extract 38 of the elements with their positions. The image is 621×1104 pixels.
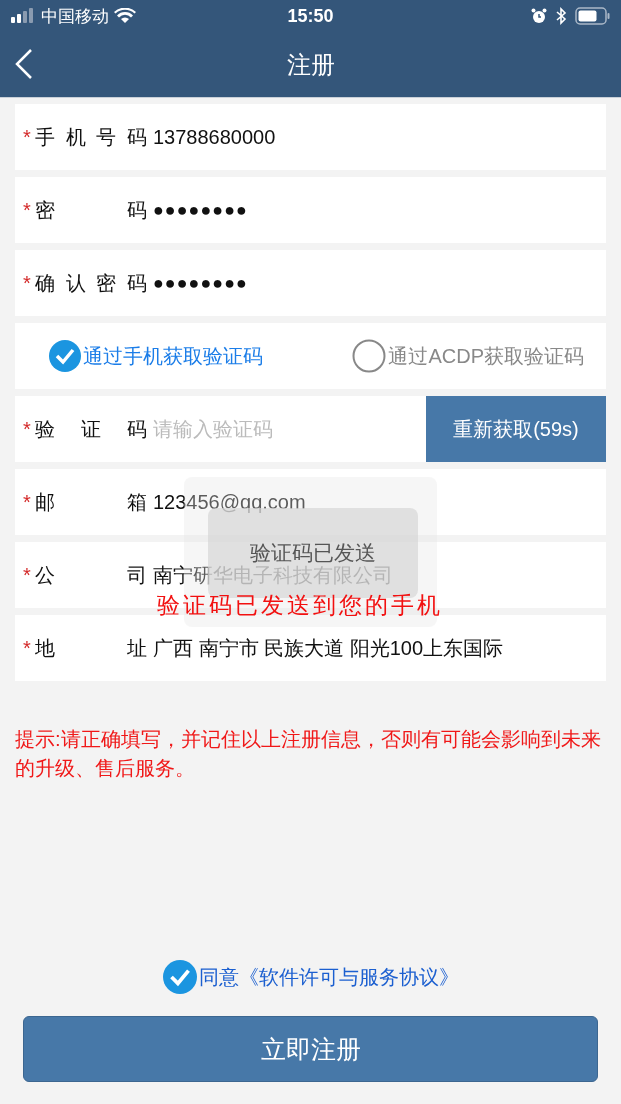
required-mark: *: [23, 636, 32, 660]
status-time: 15:50: [287, 5, 334, 27]
required-mark: *: [23, 125, 32, 149]
field-value[interactable]: 123456@qq.com: [153, 490, 306, 514]
signal-icon: [10, 8, 36, 24]
required-mark: *: [23, 490, 32, 514]
field-value[interactable]: 广西 南宁市 民族大道 阳光100上东国际: [153, 634, 504, 662]
checkmark-circle-icon: [49, 340, 81, 372]
field-value[interactable]: ●●●●●●●●: [153, 199, 248, 221]
resend-button[interactable]: 重新获取(59s): [426, 396, 606, 462]
page-title: 注册: [286, 49, 335, 80]
field-label: 地址: [35, 635, 147, 661]
carrier-name: 中国移动: [41, 5, 109, 28]
field-label: 验证码: [35, 416, 147, 442]
method-option[interactable]: 通过手机获取验证码: [49, 340, 263, 372]
required-mark: *: [23, 271, 32, 295]
bluetooth-icon: [555, 7, 567, 25]
required-mark: *: [23, 417, 32, 441]
hint-text: 提示:请正确填写，并记住以上注册信息，否则有可能会影响到未来的升级、售后服务。: [15, 727, 602, 781]
method-option[interactable]: 通过ACDP获取验证码: [352, 339, 584, 373]
field-value[interactable]: ●●●●●●●●: [153, 272, 248, 294]
field-label: 公司: [35, 562, 147, 588]
annotation-text: 验证码已发送到您的手机: [157, 592, 443, 620]
empty-circle-icon: [352, 339, 387, 373]
agreement-link[interactable]: 同意《软件许可与服务协议》: [198, 963, 459, 991]
register-button[interactable]: 立即注册: [23, 1016, 598, 1082]
agree-checkbox[interactable]: [162, 960, 197, 994]
required-mark: *: [23, 198, 32, 222]
field-label: 密码: [35, 197, 147, 223]
code-input-field[interactable]: 请输入验证码: [153, 417, 426, 441]
wifi-icon: [114, 8, 136, 24]
required-mark: *: [23, 563, 32, 587]
alarm-icon: [531, 8, 547, 24]
field-label: 邮箱: [35, 489, 147, 515]
field-label: 确认密码: [35, 270, 147, 296]
battery-icon: [575, 7, 611, 25]
field-label: 手机号码: [35, 124, 147, 150]
field-value[interactable]: 13788680000: [153, 125, 276, 149]
